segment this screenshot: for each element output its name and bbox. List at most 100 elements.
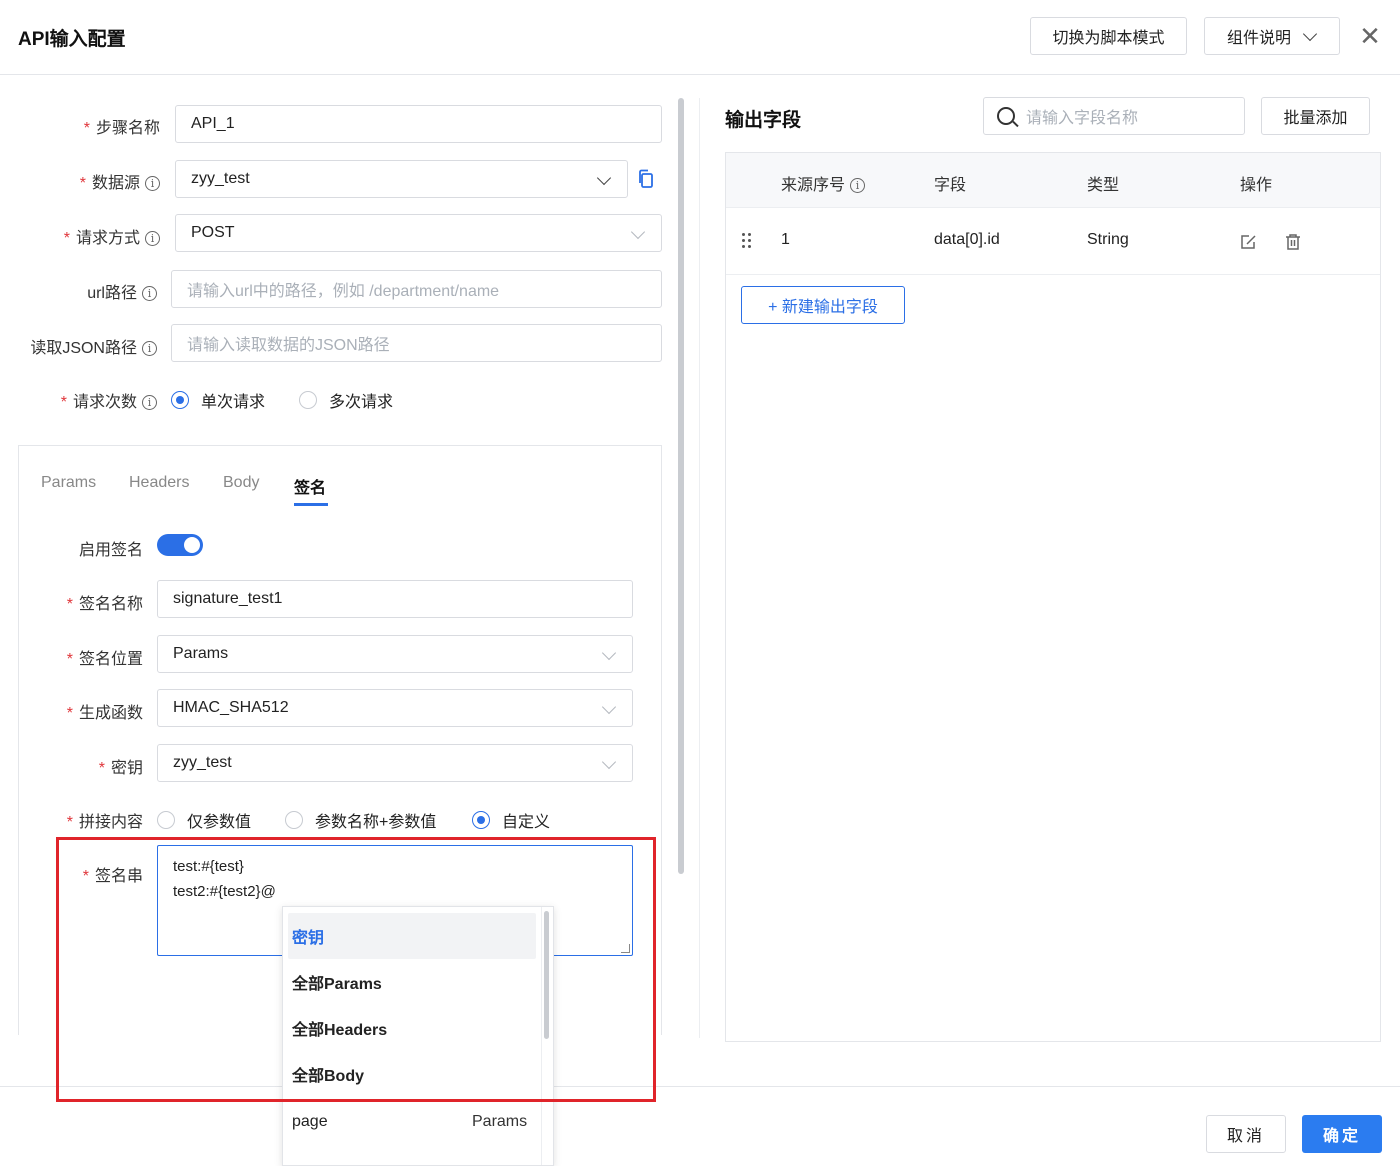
radio-label: 多次请求 <box>329 394 394 411</box>
datasource-label: * 数据源 i <box>80 169 160 193</box>
key-label: * 密钥 <box>98 760 143 777</box>
sign-string-line: test:#{test} <box>173 858 244 875</box>
enable-signature-toggle[interactable] <box>157 534 203 556</box>
radio-multi-request[interactable]: 多次请求 <box>299 388 393 412</box>
field-search-input[interactable]: 请输入字段名称 <box>983 97 1245 135</box>
signature-position-select[interactable]: Params <box>157 635 633 673</box>
tab-params[interactable]: Params <box>41 474 96 492</box>
request-count-label: * 请求次数 i <box>61 388 157 412</box>
url-path-input[interactable]: 请输入url中的路径，例如 /department/name <box>171 270 662 308</box>
info-icon: i <box>142 341 157 356</box>
col-type: 类型 <box>1087 177 1120 194</box>
table-row: 1 data[0].id String <box>726 209 1380 275</box>
json-path-label: 读取JSON路径 i <box>30 334 157 358</box>
dialog-title: API输入配置 <box>18 29 126 50</box>
step-name-input[interactable]: API_1 <box>175 105 662 143</box>
info-icon: i <box>145 176 160 191</box>
info-icon: i <box>142 395 157 410</box>
concat-label: * 拼接内容 <box>66 814 143 831</box>
radio-single-request[interactable]: 单次请求 <box>171 388 265 412</box>
suggestion-item-all-body[interactable]: 全部Body <box>283 1051 545 1097</box>
edit-icon[interactable] <box>1240 233 1258 251</box>
datasource-value: zyy_test <box>191 170 250 187</box>
component-help-label: 组件说明 <box>1227 30 1292 47</box>
batch-add-button[interactable]: 批量添加 <box>1261 97 1370 135</box>
suggestion-item-key[interactable]: 密钥 <box>288 913 536 959</box>
radio-circle[interactable] <box>285 811 303 829</box>
info-icon: i <box>145 231 160 246</box>
radio-circle[interactable] <box>472 811 490 829</box>
radio-circle[interactable] <box>157 811 175 829</box>
search-placeholder: 请输入字段名称 <box>1026 110 1139 127</box>
chevron-down-icon <box>601 699 617 715</box>
chevron-down-icon <box>1302 26 1318 42</box>
cancel-button[interactable]: 取消 <box>1206 1115 1286 1153</box>
info-icon: i <box>142 286 157 301</box>
copy-icon[interactable] <box>637 169 655 189</box>
datasource-select[interactable]: zyy_test <box>175 160 628 198</box>
dialog-header: API输入配置 切换为脚本模式 组件说明 ✕ <box>0 0 1400 75</box>
radio-label: 单次请求 <box>201 394 266 411</box>
chevron-down-icon <box>630 224 646 240</box>
sign-string-label: * 签名串 <box>82 868 143 885</box>
delete-icon[interactable] <box>1284 233 1302 251</box>
radio-circle[interactable] <box>171 391 189 409</box>
panel-divider <box>699 98 700 1038</box>
resize-handle[interactable] <box>621 944 630 953</box>
col-actions: 操作 <box>1240 177 1273 194</box>
key-select[interactable]: zyy_test <box>157 744 633 782</box>
tab-body[interactable]: Body <box>223 474 259 492</box>
radio-custom[interactable]: 自定义 <box>472 808 550 832</box>
radio-name-plus-value[interactable]: 参数名称+参数值 <box>285 808 436 832</box>
close-icon[interactable]: ✕ <box>1356 22 1384 50</box>
method-label: * 请求方式 i <box>64 224 160 248</box>
output-section-title: 输出字段 <box>725 110 802 131</box>
key-value: zyy_test <box>173 754 232 771</box>
col-field: 字段 <box>934 177 967 194</box>
suggestion-item-all-headers[interactable]: 全部Headers <box>283 1005 545 1051</box>
suggestion-item-all-params[interactable]: 全部Params <box>283 959 545 1005</box>
url-path-label: url路径 i <box>87 279 157 303</box>
row-type: String <box>1087 231 1129 248</box>
json-path-input[interactable]: 请输入读取数据的JSON路径 <box>171 324 662 362</box>
chevron-down-icon <box>601 645 617 661</box>
enable-signature-label: 启用签名 <box>78 542 143 559</box>
form-scrollbar[interactable] <box>678 98 684 874</box>
table-header: 来源序号 i 字段 类型 操作 <box>726 153 1380 208</box>
signature-position-label: * 签名位置 <box>66 651 143 668</box>
radio-circle[interactable] <box>299 391 317 409</box>
footer-divider <box>0 1086 1400 1087</box>
method-value: POST <box>191 224 235 241</box>
step-name-label: * 步骤名称 <box>83 120 160 137</box>
info-icon: i <box>850 178 866 193</box>
switch-script-mode-button[interactable]: 切换为脚本模式 <box>1030 17 1187 55</box>
signature-name-label: * 签名名称 <box>66 596 143 613</box>
dropdown-scroll-track <box>541 907 542 1165</box>
function-label: * 生成函数 <box>66 705 143 722</box>
suggestion-label: page <box>292 1113 328 1130</box>
method-select[interactable]: POST <box>175 214 662 252</box>
radio-values-only[interactable]: 仅参数值 <box>157 808 251 832</box>
row-field: data[0].id <box>934 231 1000 248</box>
component-help-button[interactable]: 组件说明 <box>1204 17 1340 55</box>
dropdown-scrollbar[interactable] <box>544 911 549 1039</box>
tab-signature[interactable]: 签名 <box>294 474 326 498</box>
new-output-field-button[interactable]: + 新建输出字段 <box>741 286 905 324</box>
drag-handle-icon[interactable] <box>742 233 752 249</box>
function-select[interactable]: HMAC_SHA512 <box>157 689 633 727</box>
tab-headers[interactable]: Headers <box>129 474 189 492</box>
suggestion-source: Params <box>472 1113 528 1130</box>
signature-position-value: Params <box>173 645 229 662</box>
signature-name-input[interactable]: signature_test1 <box>157 580 633 618</box>
chevron-down-icon <box>601 754 617 770</box>
function-value: HMAC_SHA512 <box>173 699 289 716</box>
confirm-button[interactable]: 确定 <box>1302 1115 1382 1153</box>
search-icon <box>997 107 1015 125</box>
sign-string-line: test2:#{test2}@ <box>173 883 276 900</box>
col-source-index: 来源序号 i <box>781 171 866 195</box>
radio-label: 参数名称+参数值 <box>315 814 437 831</box>
variable-suggestion-dropdown: 密钥 全部Params 全部Headers 全部Body page Params <box>282 906 554 1166</box>
radio-label: 自定义 <box>502 814 551 831</box>
suggestion-item-page[interactable]: page Params <box>283 1099 545 1145</box>
active-tab-indicator <box>294 503 328 506</box>
